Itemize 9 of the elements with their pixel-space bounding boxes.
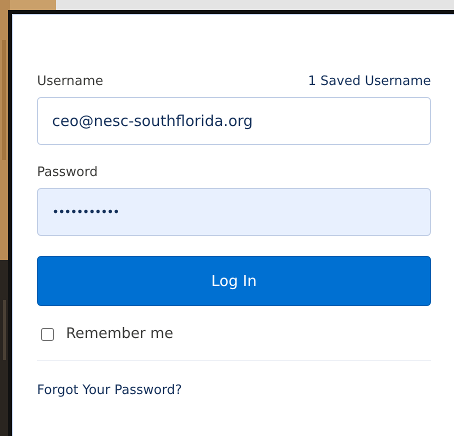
forgot-password-link[interactable]: Forgot Your Password? (37, 383, 182, 398)
username-field[interactable]: ceo@nesc-southflorida.org (37, 97, 431, 145)
remember-label: Remember me (66, 326, 174, 342)
password-field[interactable]: ••••••••••• (37, 188, 431, 236)
username-label: Username (37, 74, 104, 89)
remember-checkbox[interactable] (41, 328, 54, 340)
password-label: Password (37, 165, 98, 180)
saved-username-link[interactable]: 1 Saved Username (308, 74, 431, 89)
login-button[interactable]: Log In (37, 256, 431, 306)
